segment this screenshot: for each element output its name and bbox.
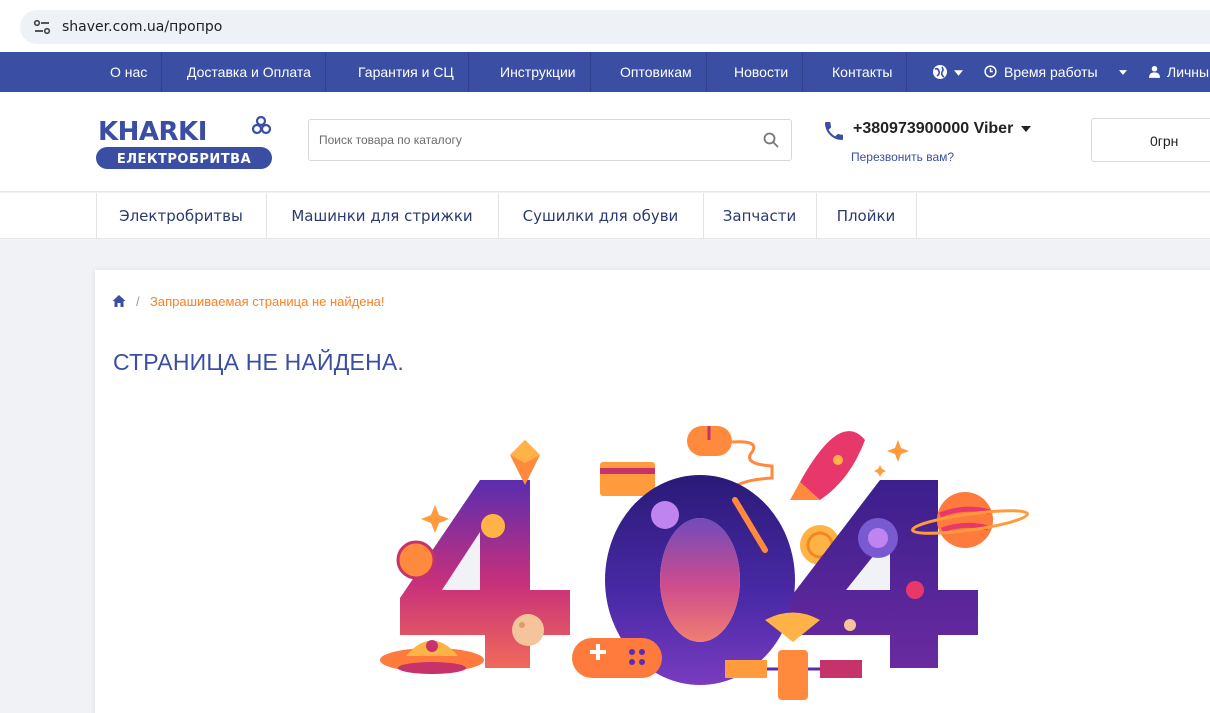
page-title: СТРАНИЦА НЕ НАЙДЕНА. — [113, 349, 405, 375]
search-box — [308, 119, 792, 161]
chevron-down-icon — [954, 70, 963, 76]
chevron-down-icon — [1021, 125, 1032, 132]
phone-dropdown[interactable]: +380973900000 Viber — [853, 120, 1032, 138]
404-illustration — [380, 426, 1029, 700]
cart-button[interactable]: 0грн — [1091, 118, 1210, 162]
phone-number: +380973900000 Viber — [853, 120, 1014, 137]
clock-icon — [984, 65, 997, 78]
home-icon[interactable] — [112, 294, 126, 308]
nav-contacts[interactable]: Контакты — [818, 52, 908, 92]
gamepad-icon — [572, 638, 662, 678]
account-link[interactable]: Личны — [1145, 52, 1210, 92]
account-label: Личны — [1167, 64, 1210, 80]
site-info-icon[interactable] — [32, 17, 52, 37]
user-icon — [1149, 66, 1160, 78]
category-menu: Электробритвы Машинки для стрижки Сушилк… — [0, 193, 1210, 239]
category-spare-parts[interactable]: Запчасти — [703, 193, 816, 239]
url-text[interactable]: shaver.com.ua/пропро — [62, 19, 222, 35]
ufo-icon — [380, 640, 484, 674]
logo-top-text: KHARKI — [98, 117, 207, 147]
breadcrumb-current[interactable]: Запрашиваемая страница не найдена! — [150, 294, 384, 309]
search-input[interactable] — [319, 130, 739, 150]
work-hours-label: Время работы — [1004, 64, 1098, 80]
nav-warranty[interactable]: Гарантия и СЦ — [344, 52, 469, 92]
language-selector[interactable] — [930, 52, 972, 92]
logo-bottom-text: ЕЛЕКТРОБРИТВА — [117, 152, 251, 167]
rocket-icon — [790, 431, 865, 500]
nav-wholesale[interactable]: Оптовикам — [606, 52, 707, 92]
digit-four-left — [396, 440, 570, 668]
category-shoe-dryers[interactable]: Сушилки для обуви — [498, 193, 703, 239]
category-shavers[interactable]: Электробритвы — [96, 193, 266, 239]
category-hair-clippers[interactable]: Машинки для стрижки — [266, 193, 498, 239]
nav-instructions[interactable]: Инструкции — [486, 52, 591, 92]
top-navigation: О нас Доставка и Оплата Гарантия и СЦ Ин… — [0, 52, 1210, 92]
nav-about[interactable]: О нас — [96, 52, 163, 92]
nav-news[interactable]: Новости — [720, 52, 804, 92]
category-curling-irons[interactable]: Плойки — [816, 193, 916, 239]
chevron-down-icon — [1119, 70, 1127, 75]
callback-link[interactable]: Перезвонить вам? — [851, 150, 954, 164]
phone-icon — [825, 122, 843, 140]
site-logo[interactable]: KHARKI ЕЛЕКТРОБРИТВА — [95, 112, 275, 172]
globe-icon — [933, 65, 947, 79]
card-icon — [600, 462, 655, 496]
nav-delivery[interactable]: Доставка и Оплата — [173, 52, 326, 92]
work-hours-dropdown[interactable]: Время работы — [978, 52, 1136, 92]
search-icon[interactable] — [763, 132, 779, 148]
browser-address-bar: shaver.com.ua/пропро — [0, 0, 1210, 52]
site-header: KHARKI ЕЛЕКТРОБРИТВА +380973900000 Viber… — [0, 92, 1210, 192]
breadcrumb-separator: / — [136, 294, 140, 309]
cart-total: 0грн — [1150, 133, 1179, 149]
